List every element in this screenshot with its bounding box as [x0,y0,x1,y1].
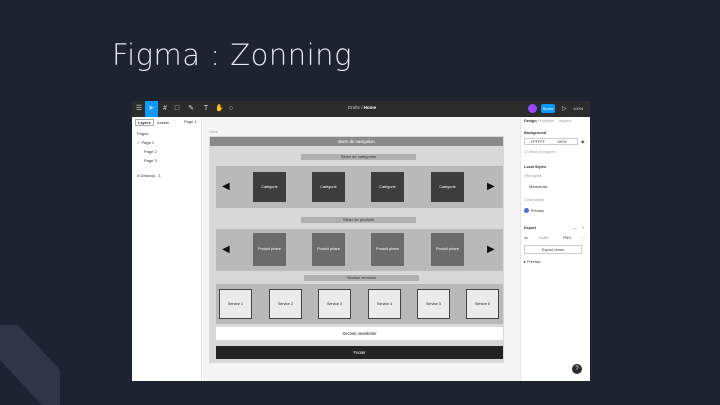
cursor-icon: ➤ [148,105,154,112]
page-item[interactable]: ✓ Page 1 [137,140,154,145]
more-icon[interactable]: ⋯ [581,236,585,241]
tab-layers[interactable]: Layers [135,119,154,126]
section-label-categories[interactable]: Slider de catégories [301,154,416,160]
toolbar: ☰ ➤ # □ ✎ T ✋ ○ Drafts / Home Share ▷ 10… [132,101,590,117]
pages-heading: Pages [137,131,149,136]
share-button[interactable]: Share [541,104,555,113]
frame-tool-icon[interactable]: # [161,105,169,113]
pen-tool-icon[interactable]: ✎ [187,105,195,113]
play-icon[interactable]: ▷ [562,105,567,112]
service-card[interactable]: Service 3 [318,289,351,319]
add-export-icon[interactable]: + [582,226,584,230]
newsletter-bar[interactable]: Section newsletter [216,327,503,340]
design-panel: Design Prototype Inspect Background FFFF… [520,117,590,381]
arrow-right-icon[interactable]: ▶ [487,182,495,192]
nav-bar-block[interactable]: Barre de navigation [210,137,503,146]
arrow-left-icon[interactable]: ◀ [222,245,230,255]
service-card[interactable]: Service 2 [269,289,302,319]
service-card[interactable]: Service 1 [219,289,252,319]
export-heading: Export [524,226,537,230]
category-card[interactable]: Catégorie [371,172,404,202]
preview-toggle[interactable]: ▸ Preview [524,259,540,264]
frame-label[interactable]: Home [209,130,218,134]
opacity-value: 100% [557,140,567,144]
move-tool[interactable]: ➤ [145,101,158,117]
local-styles-heading: Local Styles [524,165,547,169]
color-styles-label: Color styles [524,198,544,202]
product-card[interactable]: Produit phare [253,233,286,266]
layer-item-label: Desktop - 1 [140,173,161,178]
tab-prototype[interactable]: Prototype [538,119,554,123]
product-card[interactable]: Produit phare [431,233,464,266]
arrow-left-icon[interactable]: ◀ [222,182,230,192]
export-suffix-field[interactable]: Suffix [539,236,548,240]
hand-tool-icon[interactable]: ✋ [215,105,224,113]
help-button[interactable]: ? [572,364,582,374]
layer-item-frame[interactable]: # Desktop - 1 [137,173,161,178]
export-button-label: Export Home [542,248,565,252]
category-card[interactable]: Catégorie [431,172,464,202]
remove-export-icon[interactable]: — [573,226,577,230]
tab-assets[interactable]: Assets [157,120,169,125]
text-style-item[interactable]: Montserrat [529,185,547,189]
slide-title: Figma : Zonning [112,38,352,72]
page-item[interactable]: Page 2 [144,149,157,154]
eye-icon[interactable]: ◉ [581,139,584,144]
section-label-services[interactable]: Section services [304,275,419,281]
text-tool-icon[interactable]: T [202,105,210,113]
export-button[interactable]: Export Home [524,245,582,254]
export-format[interactable]: PNG [563,236,571,240]
page-item-label: Page 1 [141,140,155,145]
product-card[interactable]: Produit phare [312,233,345,266]
shape-tool-icon[interactable]: □ [173,105,181,113]
file-title-prefix: Drafts [347,105,360,110]
show-in-exports-label: Show in exports [528,150,556,154]
color-style-item[interactable]: Primary [531,209,544,213]
wireframe-frame[interactable]: Barre de navigation Slider de catégories… [209,136,504,363]
category-slider[interactable]: ◀ Catégorie Catégorie Catégorie Catégori… [216,166,503,208]
background-heading: Background [524,131,547,135]
decorative-shape [0,325,60,405]
service-card[interactable]: Service 5 [417,289,450,319]
file-title[interactable]: Drafts / Home [332,105,392,110]
file-title-name: Home [363,105,377,110]
background-hex-field[interactable]: FFFFFF 100% [524,138,578,145]
category-card[interactable]: Catégorie [312,172,345,202]
page-item[interactable]: Page 3 [144,158,157,163]
comment-tool-icon[interactable]: ○ [227,105,235,113]
hex-value: FFFFFF [531,140,545,144]
page-selector[interactable]: Page 1 [184,119,197,124]
product-slider[interactable]: ◀ Produit phare Produit phare Produit ph… [216,229,503,271]
menu-icon[interactable]: ☰ [135,105,143,113]
export-scale[interactable]: 1x [524,236,528,240]
tab-inspect[interactable]: Inspect [559,119,571,123]
tab-design[interactable]: Design [524,119,537,123]
figma-window: ☰ ➤ # □ ✎ T ✋ ○ Drafts / Home Share ▷ 10… [132,101,590,381]
text-styles-label: Text styles [524,174,542,178]
avatar[interactable] [528,104,537,113]
product-card[interactable]: Produit phare [371,233,404,266]
arrow-right-icon[interactable]: ▶ [487,245,495,255]
layers-panel: Layers Assets Page 1 Pages ✓ Page 1 Page… [132,117,202,381]
preview-label: Preview [526,260,541,264]
category-card[interactable]: Catégorie [253,172,286,202]
color-swatch[interactable] [524,208,529,213]
footer-block[interactable]: Footer [216,346,503,359]
layers-tabs: Layers Assets [135,119,169,126]
canvas[interactable]: Home Barre de navigation Slider de catég… [203,117,520,381]
show-in-exports-checkbox[interactable]: ☑ Show in exports [524,149,555,154]
section-label-products[interactable]: Slider de produits [301,217,416,223]
service-card[interactable]: Service 6 [466,289,499,319]
services-section[interactable]: Service 1 Service 2 Service 3 Service 4 … [216,284,503,324]
zoom-level[interactable]: 100% [573,106,583,111]
service-card[interactable]: Service 4 [368,289,401,319]
